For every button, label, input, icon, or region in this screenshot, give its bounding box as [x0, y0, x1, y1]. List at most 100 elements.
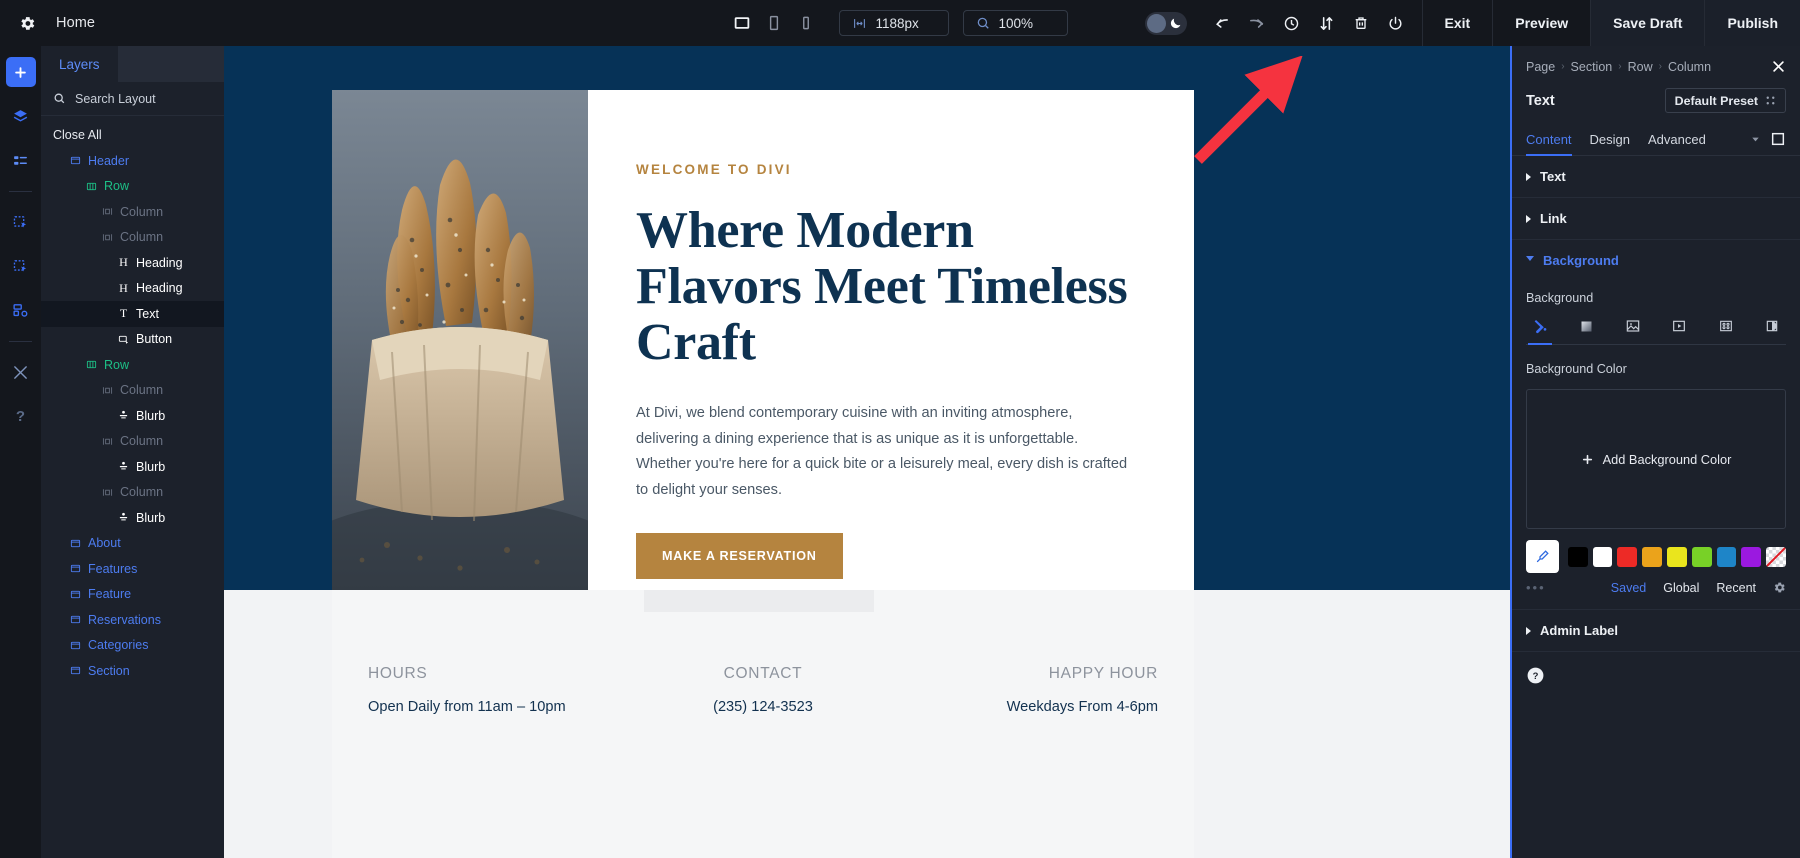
layer-row-label: Blurb — [136, 459, 166, 474]
close-all-button[interactable]: Close All — [41, 124, 224, 148]
close-icon[interactable] — [1771, 59, 1786, 74]
layer-row-row[interactable]: Row — [41, 174, 224, 200]
layer-row-section[interactable]: Section — [41, 658, 224, 684]
expand-square-icon[interactable] — [1770, 131, 1786, 147]
rail-item-help[interactable]: ? — [6, 401, 36, 431]
accordion-admin-label[interactable]: Admin Label — [1512, 609, 1800, 652]
gear-icon[interactable] — [1773, 581, 1786, 594]
breadcrumb-section[interactable]: Section — [1571, 60, 1613, 74]
bg-color-tab[interactable] — [1526, 315, 1554, 345]
trash-icon[interactable] — [1353, 15, 1369, 31]
info-cell-hours: HOURS Open Daily from 11am – 10pm — [332, 665, 631, 715]
add-background-color-button[interactable]: Add Background Color — [1526, 389, 1786, 529]
swatch-link-recent[interactable]: Recent — [1716, 581, 1756, 595]
page-canvas[interactable]: HOURS Open Daily from 11am – 10pm CONTAC… — [224, 46, 1510, 858]
swatch-orange[interactable] — [1642, 546, 1662, 567]
hero-image — [332, 90, 588, 590]
rail-item-tools[interactable] — [6, 357, 36, 387]
swatch-red[interactable] — [1617, 546, 1638, 567]
accordion-text[interactable]: Text — [1512, 156, 1800, 198]
undo-icon[interactable] — [1213, 15, 1230, 32]
question-circle-icon[interactable]: ? — [1526, 666, 1546, 686]
rail-item-clipboard-select[interactable] — [6, 207, 36, 237]
rail-item-add-module[interactable] — [5, 57, 36, 87]
updown-arrows-icon[interactable] — [1318, 15, 1335, 32]
layer-row-column[interactable]: Column — [41, 378, 224, 404]
viewport-width-field[interactable]: 1188px — [838, 10, 949, 36]
preview-button[interactable]: Preview — [1492, 0, 1590, 46]
layer-row-button[interactable]: Button — [41, 327, 224, 353]
bg-gradient-tab[interactable] — [1572, 315, 1600, 337]
phone-icon[interactable] — [797, 14, 815, 32]
breadcrumb-row[interactable]: Row — [1628, 60, 1653, 74]
swatch-link-global[interactable]: Global — [1663, 581, 1699, 595]
layer-row-heading[interactable]: H Heading — [41, 250, 224, 276]
bg-pattern-tab[interactable] — [1712, 315, 1740, 337]
layer-row-blurb[interactable]: Blurb — [41, 454, 224, 480]
make-reservation-button[interactable]: MAKE A RESERVATION — [636, 533, 843, 580]
accordion-link[interactable]: Link — [1512, 198, 1800, 240]
tablet-icon[interactable] — [765, 14, 783, 32]
accordion-background[interactable]: Background — [1512, 240, 1800, 281]
zoom-value: 100% — [998, 15, 1034, 31]
rail-item-list-view[interactable] — [6, 145, 36, 175]
rail-item-clipboard-paste[interactable] — [6, 251, 36, 281]
swatch-purple[interactable] — [1741, 546, 1762, 567]
layer-row-feature[interactable]: Feature — [41, 582, 224, 608]
moon-icon — [1169, 17, 1182, 30]
search-input[interactable] — [75, 91, 224, 106]
layer-row-header[interactable]: Header — [41, 148, 224, 174]
bg-image-tab[interactable] — [1619, 315, 1647, 337]
hero-section: WELCOME TO DIVI Where Modern Flavors Mee… — [332, 90, 1194, 590]
breadcrumb-column[interactable]: Column — [1668, 60, 1711, 74]
layer-row-blurb[interactable]: Blurb — [41, 505, 224, 531]
eyedropper-icon[interactable] — [1526, 540, 1559, 573]
bg-mask-tab[interactable] — [1758, 315, 1786, 337]
swatch-link-saved[interactable]: Saved — [1611, 581, 1646, 595]
width-arrows-icon — [852, 17, 867, 30]
layer-row-column[interactable]: Column — [41, 480, 224, 506]
layer-row-features[interactable]: Features — [41, 556, 224, 582]
layer-row-blurb[interactable]: Blurb — [41, 403, 224, 429]
tab-content[interactable]: Content — [1526, 123, 1572, 156]
dark-mode-toggle[interactable] — [1144, 11, 1187, 35]
tab-layers[interactable]: Layers — [41, 46, 118, 82]
layer-row-text[interactable]: T Text — [41, 301, 224, 327]
swatch-white[interactable] — [1592, 546, 1613, 567]
layers-tree: Close All Header Row Column Column H Heading H… — [41, 116, 224, 684]
page-title[interactable]: Home — [56, 15, 95, 31]
swatch-black[interactable] — [1567, 546, 1588, 567]
breadcrumb-page[interactable]: Page — [1526, 60, 1555, 74]
rail-item-layers[interactable] — [6, 101, 36, 131]
layer-row-row[interactable]: Row — [41, 352, 224, 378]
layer-row-reservations[interactable]: Reservations — [41, 607, 224, 633]
more-swatches-button[interactable]: ••• — [1526, 580, 1566, 595]
tab-design[interactable]: Design — [1590, 123, 1630, 156]
tab-advanced[interactable]: Advanced — [1648, 123, 1706, 156]
swatch-transparent[interactable] — [1766, 546, 1786, 567]
swatch-blue[interactable] — [1716, 546, 1737, 567]
layer-row-categories[interactable]: Categories — [41, 633, 224, 659]
layer-row-about[interactable]: About — [41, 531, 224, 557]
publish-button[interactable]: Publish — [1704, 0, 1800, 46]
swatch-yellow[interactable] — [1666, 546, 1687, 567]
layer-row-column[interactable]: Column — [41, 429, 224, 455]
exit-button[interactable]: Exit — [1421, 0, 1493, 46]
chevron-down-icon[interactable] — [1750, 134, 1761, 145]
zoom-level-field[interactable]: 100% — [962, 10, 1068, 36]
swatch-green[interactable] — [1691, 546, 1712, 567]
section-icon — [69, 538, 82, 549]
layer-row-column[interactable]: Column — [41, 225, 224, 251]
desktop-icon[interactable] — [733, 14, 751, 32]
gear-icon[interactable] — [14, 10, 40, 36]
column-icon — [101, 385, 114, 396]
power-icon[interactable] — [1387, 15, 1404, 32]
layer-row-column[interactable]: Column — [41, 199, 224, 225]
preset-selector[interactable]: Default Preset — [1664, 88, 1786, 113]
redo-icon[interactable] — [1248, 15, 1265, 32]
bg-video-tab[interactable] — [1665, 315, 1693, 337]
rail-item-structure[interactable] — [6, 295, 36, 325]
clock-icon[interactable] — [1283, 15, 1300, 32]
save-draft-button[interactable]: Save Draft — [1590, 0, 1705, 46]
layer-row-heading[interactable]: H Heading — [41, 276, 224, 302]
